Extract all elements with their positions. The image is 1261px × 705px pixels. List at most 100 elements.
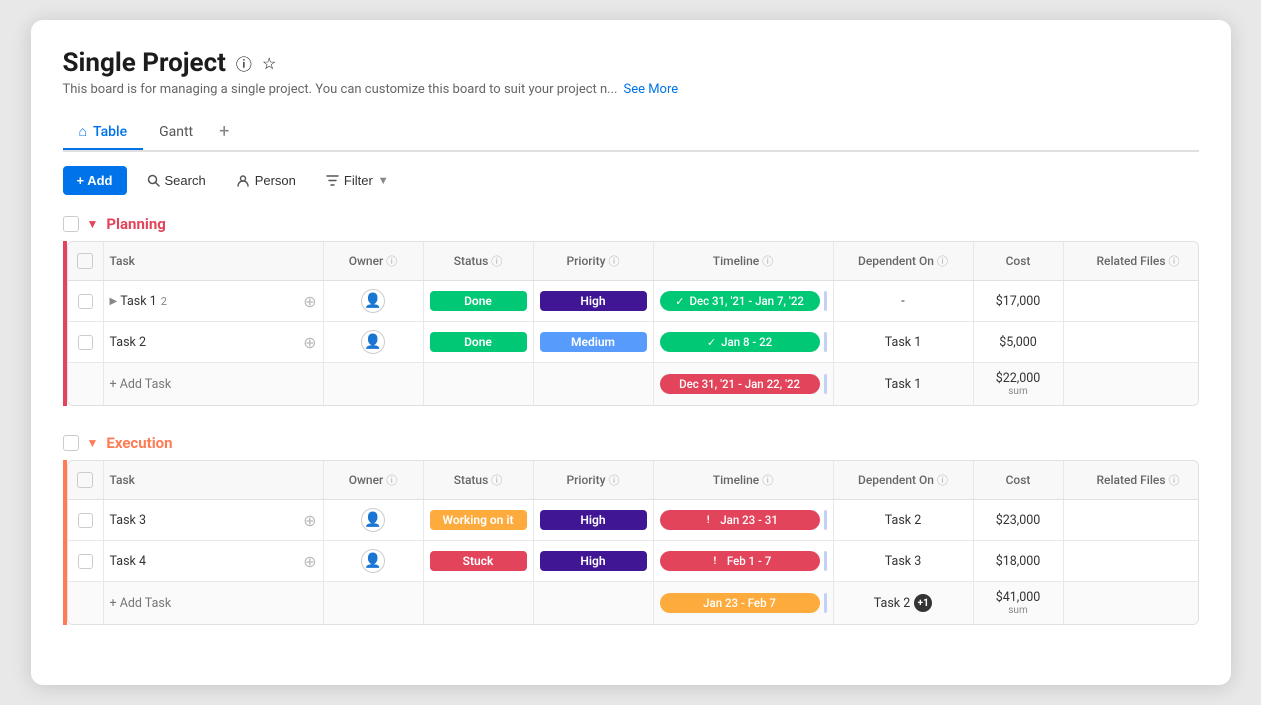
execution-chevron[interactable]: ▼ — [87, 436, 99, 450]
status-cell[interactable]: Done — [424, 322, 534, 362]
status-badge: Done — [430, 332, 527, 352]
timeline-divider — [824, 551, 827, 571]
table-row: Task 2 ⊕ 👤 Done Medium ✓ — [68, 322, 1198, 363]
main-card: Single Project ⓘ ☆ This board is for man… — [31, 20, 1231, 685]
execution-col-status: Status ⓘ — [424, 461, 534, 499]
planning-col-task: Task — [104, 242, 324, 280]
info-icon[interactable]: ⓘ — [236, 51, 252, 75]
owner-cell: 👤 — [324, 541, 424, 581]
planning-title: Planning — [106, 215, 165, 233]
timeline-divider — [824, 291, 827, 311]
filter-icon — [326, 174, 339, 187]
priority-cell[interactable]: High — [534, 541, 654, 581]
summary-timeline-badge: Dec 31, '21 - Jan 22, '22 — [660, 374, 820, 394]
filter-button[interactable]: Filter ▼ — [316, 167, 399, 194]
toolbar: + Add Search Person Filter ▼ — [63, 166, 1199, 195]
person-icon — [236, 174, 250, 188]
row-checkbox[interactable] — [78, 335, 93, 350]
tab-add-button[interactable]: + — [209, 113, 239, 150]
summary-timeline-cell: Jan 23 - Feb 7 — [654, 582, 834, 624]
task-name-cell: ▶ Task 1 2 ⊕ — [104, 281, 324, 321]
status-badge: Done — [430, 291, 527, 311]
summary-row: + Add Task Dec 31, '21 - Jan 22, '22 Tas… — [68, 363, 1198, 405]
row-checkbox[interactable] — [78, 554, 93, 569]
planning-chevron[interactable]: ▼ — [87, 217, 99, 231]
cost-cell: $23,000 — [974, 500, 1064, 540]
task-name: Task 2 — [110, 335, 146, 350]
priority-badge: High — [540, 510, 647, 530]
execution-col-dependent: Dependent On ⓘ — [834, 461, 974, 499]
dependent-cell: - — [834, 281, 974, 321]
execution-table-header: Task Owner ⓘ Status ⓘ Priority ⓘ Timelin… — [68, 461, 1198, 500]
timeline-divider — [824, 593, 827, 613]
task-name: Task 1 — [120, 294, 156, 309]
summary-timeline-cell: Dec 31, '21 - Jan 22, '22 — [654, 363, 834, 405]
owner-cell: 👤 — [324, 281, 424, 321]
priority-cell[interactable]: High — [534, 281, 654, 321]
add-task-cell[interactable]: + Add Task — [104, 582, 324, 624]
execution-col-timeline: Timeline ⓘ — [654, 461, 834, 499]
planning-col-status: Status ⓘ — [424, 242, 534, 280]
expand-icon[interactable]: ▶ — [110, 296, 118, 307]
execution-col-cost: Cost — [974, 461, 1064, 499]
status-cell[interactable]: Stuck — [424, 541, 534, 581]
priority-badge: High — [540, 291, 647, 311]
star-icon[interactable]: ☆ — [262, 54, 276, 73]
status-cell[interactable]: Working on it — [424, 500, 534, 540]
timeline-badge: ! Feb 1 - 7 — [660, 551, 820, 571]
files-cell — [1064, 281, 1199, 321]
files-cell — [1064, 541, 1199, 581]
timeline-divider — [824, 332, 827, 352]
add-person-icon[interactable]: ⊕ — [303, 511, 316, 530]
add-task-cell[interactable]: + Add Task — [104, 363, 324, 405]
avatar: 👤 — [361, 289, 385, 313]
avatar: 👤 — [361, 549, 385, 573]
summary-dependent-cell: Task 1 — [834, 363, 974, 405]
timeline-cell: ✓ Dec 31, '21 - Jan 7, '22 — [654, 281, 834, 321]
status-cell[interactable]: Done — [424, 281, 534, 321]
planning-section: ▼ Planning Task Owner ⓘ Status ⓘ Priorit… — [63, 215, 1199, 406]
summary-dependent-cell: Task 2 +1 — [834, 582, 974, 624]
execution-section: ▼ Execution Task Owner ⓘ Status ⓘ Priori… — [63, 434, 1199, 625]
planning-section-checkbox[interactable] — [63, 216, 79, 232]
page-description: This board is for managing a single proj… — [63, 82, 1199, 97]
badge-count: +1 — [914, 594, 932, 612]
see-more-link[interactable]: See More — [623, 82, 678, 97]
exclamation-icon: ! — [701, 513, 715, 527]
execution-section-checkbox[interactable] — [63, 435, 79, 451]
summary-row: + Add Task Jan 23 - Feb 7 Task 2 +1 — [68, 582, 1198, 624]
priority-cell[interactable]: Medium — [534, 322, 654, 362]
cost-cell: $5,000 — [974, 322, 1064, 362]
timeline-cell: ! Feb 1 - 7 — [654, 541, 834, 581]
execution-all-checkbox[interactable] — [77, 472, 93, 488]
add-person-icon[interactable]: ⊕ — [303, 292, 316, 311]
search-button[interactable]: Search — [137, 167, 216, 194]
task-name-cell: Task 2 ⊕ — [104, 322, 324, 362]
cost-cell: $18,000 — [974, 541, 1064, 581]
priority-badge: High — [540, 551, 647, 571]
row-checkbox[interactable] — [78, 513, 93, 528]
priority-badge: Medium — [540, 332, 647, 352]
tab-gantt[interactable]: Gantt — [143, 116, 209, 150]
execution-col-priority: Priority ⓘ — [534, 461, 654, 499]
files-cell — [1064, 500, 1199, 540]
planning-table-header: Task Owner ⓘ Status ⓘ Priority ⓘ Timelin… — [68, 242, 1198, 281]
row-checkbox[interactable] — [78, 294, 93, 309]
timeline-cell: ! Jan 23 - 31 — [654, 500, 834, 540]
table-row: Task 3 ⊕ 👤 Working on it High ! — [68, 500, 1198, 541]
timeline-badge: ✓ Jan 8 - 22 — [660, 332, 820, 352]
summary-cost-cell: $22,000 sum — [974, 363, 1064, 405]
tab-table[interactable]: ⌂ Table — [63, 115, 144, 150]
task-name: Task 4 — [110, 554, 146, 569]
add-person-icon[interactable]: ⊕ — [303, 552, 316, 571]
timeline-badge: ! Jan 23 - 31 — [660, 510, 820, 530]
tab-bar: ⌂ Table Gantt + — [63, 113, 1199, 152]
add-person-icon[interactable]: ⊕ — [303, 333, 316, 352]
add-task-label[interactable]: + Add Task — [110, 596, 172, 611]
priority-cell[interactable]: High — [534, 500, 654, 540]
person-button[interactable]: Person — [226, 167, 306, 194]
planning-all-checkbox[interactable] — [77, 253, 93, 269]
add-button[interactable]: + Add — [63, 166, 127, 195]
cost-cell: $17,000 — [974, 281, 1064, 321]
add-task-label[interactable]: + Add Task — [110, 377, 172, 392]
